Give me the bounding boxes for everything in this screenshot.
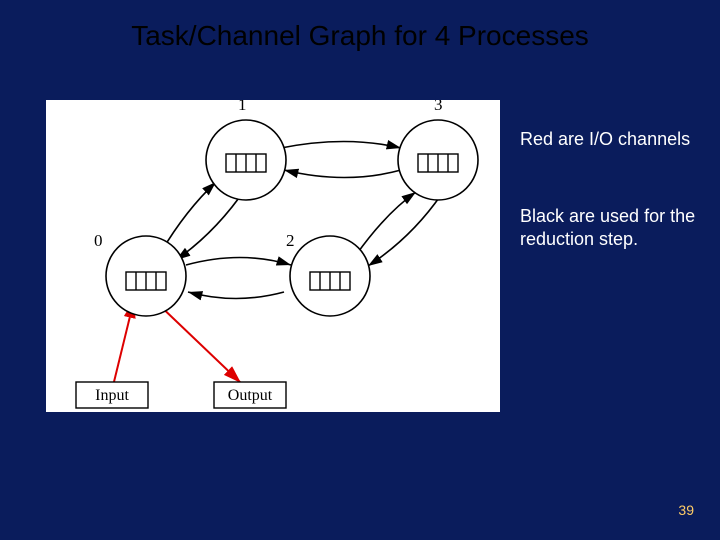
page-number: 39 <box>678 502 694 518</box>
output-box-label: Output <box>228 387 273 404</box>
task-channel-diagram: 0 1 2 3 Input Output <box>46 100 500 412</box>
node-2-label: 2 <box>286 231 295 250</box>
slide-title: Task/Channel Graph for 4 Processes <box>0 20 720 52</box>
annotation-black-channels: Black are used for the reduction step. <box>520 205 700 250</box>
annotation-red-channels: Red are I/O channels <box>520 128 700 151</box>
node-3-label: 3 <box>434 100 443 114</box>
input-box-label: Input <box>95 387 129 404</box>
io-boxes: Input Output <box>76 382 286 408</box>
node-1-label: 1 <box>238 100 247 114</box>
node-0-label: 0 <box>94 231 103 250</box>
